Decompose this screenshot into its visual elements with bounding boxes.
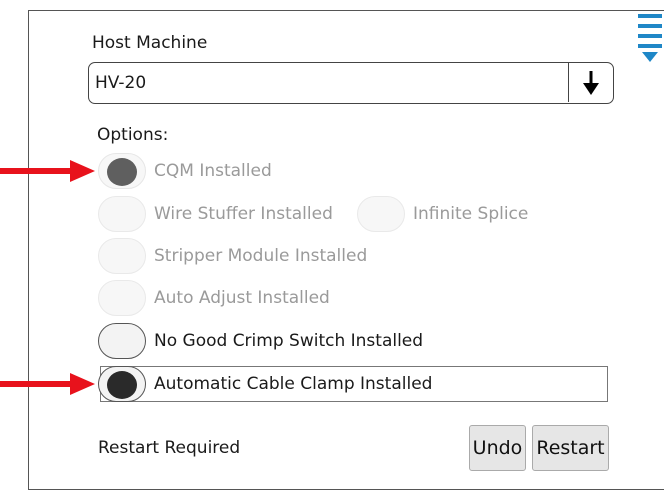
- red-pointer-arrow: [0, 373, 95, 395]
- option-label: No Good Crimp Switch Installed: [154, 331, 424, 351]
- option-cqm-installed[interactable]: CQM Installed: [98, 153, 272, 189]
- red-pointer-arrow: [0, 160, 95, 182]
- toggle-knob: [107, 158, 137, 186]
- options-label: Options:: [97, 125, 169, 145]
- arrow-down-icon[interactable]: [568, 63, 613, 102]
- host-machine-value: HV-20: [95, 73, 147, 93]
- host-machine-label: Host Machine: [92, 33, 208, 53]
- option-label: Auto Adjust Installed: [154, 288, 330, 308]
- option-label: CQM Installed: [154, 161, 272, 181]
- option-stripper-module-installed[interactable]: Stripper Module Installed: [98, 238, 367, 274]
- restart-required-status: Restart Required: [98, 438, 241, 458]
- undo-button[interactable]: Undo: [469, 425, 526, 471]
- no-good-crimp-toggle[interactable]: [98, 323, 146, 359]
- option-no-good-crimp-switch-installed[interactable]: No Good Crimp Switch Installed: [98, 323, 423, 359]
- auto-adjust-toggle[interactable]: [98, 280, 146, 316]
- toggle-knob: [107, 371, 137, 399]
- wire-stuffer-toggle[interactable]: [98, 196, 146, 232]
- stripper-module-toggle[interactable]: [98, 238, 146, 274]
- option-label: Automatic Cable Clamp Installed: [154, 374, 433, 394]
- option-wire-stuffer-installed[interactable]: Wire Stuffer Installed: [98, 196, 333, 232]
- cable-clamp-toggle[interactable]: [98, 366, 146, 402]
- option-label: Stripper Module Installed: [154, 246, 368, 266]
- cqm-toggle[interactable]: [98, 153, 146, 189]
- option-infinite-splice[interactable]: Infinite Splice: [357, 196, 528, 232]
- menu-icon[interactable]: [638, 14, 662, 64]
- infinite-splice-toggle[interactable]: [357, 196, 405, 232]
- option-automatic-cable-clamp-installed[interactable]: Automatic Cable Clamp Installed: [98, 366, 432, 402]
- host-machine-select[interactable]: HV-20: [88, 62, 614, 104]
- option-label: Infinite Splice: [413, 204, 529, 224]
- restart-button[interactable]: Restart: [532, 425, 609, 471]
- option-label: Wire Stuffer Installed: [154, 204, 333, 224]
- option-auto-adjust-installed[interactable]: Auto Adjust Installed: [98, 280, 330, 316]
